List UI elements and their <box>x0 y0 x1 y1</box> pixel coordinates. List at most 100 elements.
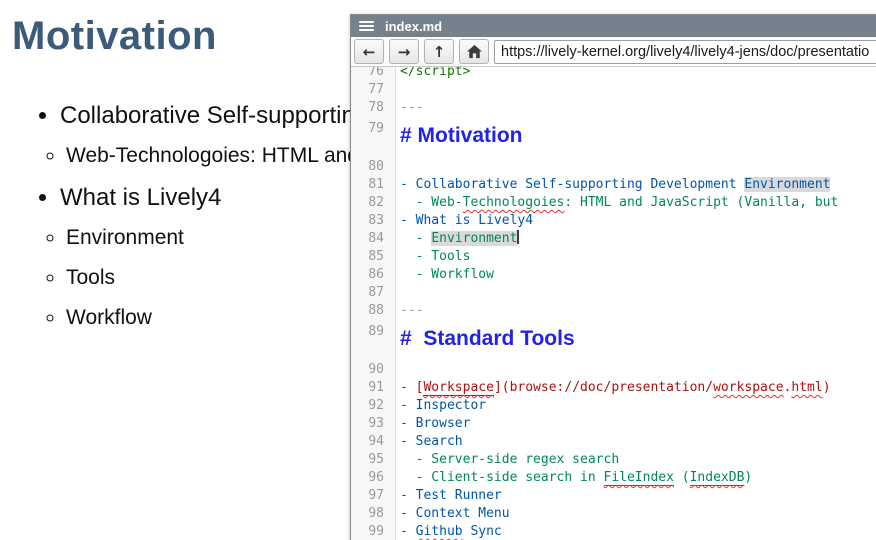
code-line[interactable]: 92- Inspector <box>351 397 876 415</box>
code-text: - Test Runner <box>395 487 876 505</box>
line-number: 77 <box>351 81 395 99</box>
code-token: - Inspector <box>400 398 486 413</box>
code-token: - Tools <box>400 249 470 264</box>
line-number: 89 <box>351 320 395 361</box>
code-text: - Web-Technologoies: HTML and JavaScript… <box>395 194 876 212</box>
code-token: # Motivation <box>400 124 523 147</box>
code-line[interactable]: 84 - Environment <box>351 230 876 248</box>
line-number: 86 <box>351 266 395 284</box>
code-line[interactable]: 89# Standard Tools <box>351 320 876 361</box>
code-line[interactable]: 85 - Tools <box>351 248 876 266</box>
code-line[interactable]: 91- [Workspace](browse://doc/presentatio… <box>351 379 876 397</box>
menu-icon[interactable] <box>359 21 374 31</box>
code-text: - Context Menu <box>395 505 876 523</box>
code-token: - Test Runner <box>400 488 502 503</box>
code-line[interactable]: 97- Test Runner <box>351 487 876 505</box>
code-line[interactable]: 83 - What is Lively4 <box>351 212 876 230</box>
code-text <box>395 361 876 379</box>
code-token: - Browser <box>400 416 470 431</box>
code-token: - Workflow <box>400 267 494 282</box>
code-editor: 76</script>7778---79# Motivation8081- Co… <box>351 67 876 540</box>
code-line[interactable]: 90 <box>351 361 876 379</box>
home-icon <box>467 45 482 59</box>
code-token: - What is Lively4 <box>400 213 533 228</box>
code-text: </script> <box>395 67 876 81</box>
code-line[interactable]: 98- Context Menu <box>351 505 876 523</box>
code-line[interactable]: 95 - Server-side regex search <box>351 451 876 469</box>
code-token: --- <box>400 303 423 318</box>
line-number: 87 <box>351 284 395 302</box>
line-number: 95 <box>351 451 395 469</box>
code-line[interactable]: 76 </script> <box>351 67 876 81</box>
code-line[interactable]: 81- Collaborative Self-supporting Develo… <box>351 176 876 194</box>
code-scroll-area: 76</script>7778---79# Motivation8081- Co… <box>351 67 876 540</box>
code-token: workspace <box>713 380 783 395</box>
text-cursor <box>517 230 519 244</box>
back-button[interactable]: ← <box>354 39 384 64</box>
code-line[interactable]: 82 - Web-Technologoies: HTML and JavaScr… <box>351 194 876 212</box>
code-text: - Workflow <box>395 266 876 284</box>
code-token: Environment <box>431 231 517 246</box>
code-token: Environment <box>744 177 830 192</box>
line-number: 82 <box>351 194 395 212</box>
up-arrow-icon: ↑ <box>433 43 446 61</box>
line-number: 85 <box>351 248 395 266</box>
code-text: --- <box>395 99 876 117</box>
code-line[interactable]: 88--- <box>351 302 876 320</box>
code-token: --- <box>400 100 423 115</box>
browser-window: index.md ← → ↑ 76 </script> 7778---79# Mot… <box>350 14 876 540</box>
code-line[interactable]: 99- Github Sync <box>351 523 876 540</box>
code-token: - Web- <box>400 195 463 210</box>
line-number: 76 <box>351 67 395 81</box>
code-token: : HTML and JavaScript (Vanilla, but <box>564 195 838 210</box>
code-text: - Environment <box>395 230 876 248</box>
code-line[interactable]: 93- Browser <box>351 415 876 433</box>
code-token: - Search <box>400 434 463 449</box>
code-text: - [Workspace](browse://doc/presentation/… <box>395 379 876 397</box>
code-line[interactable]: 96 - Client-side search in FileIndex (In… <box>351 469 876 487</box>
code-line[interactable]: 77 <box>351 81 876 99</box>
line-number: 83 <box>351 212 395 230</box>
code-token: Workspace <box>423 380 493 396</box>
code-line[interactable]: 86 - Workflow <box>351 266 876 284</box>
code-text <box>395 81 876 99</box>
line-number: 91 <box>351 379 395 397</box>
code-text: - Inspector <box>395 397 876 415</box>
code-token: ](browse://doc/presentation/ <box>494 380 713 395</box>
url-input[interactable] <box>494 40 876 64</box>
code-text: - Browser <box>395 415 876 433</box>
code-token: </script> <box>400 67 470 79</box>
line-number: 94 <box>351 433 395 451</box>
code-text: - Client-side search in FileIndex (Index… <box>395 469 876 487</box>
code-token: FileIndex <box>604 470 674 486</box>
home-button[interactable] <box>459 39 489 64</box>
line-number: 90 <box>351 361 395 379</box>
slide-title: Motivation <box>12 14 217 59</box>
code-token: - <box>400 524 416 539</box>
code-token: - <box>400 380 416 395</box>
forward-button[interactable]: → <box>389 39 419 64</box>
code-line[interactable]: 78--- <box>351 99 876 117</box>
window-titlebar[interactable]: index.md <box>351 15 876 37</box>
up-button[interactable]: ↑ <box>424 39 454 64</box>
code-line[interactable]: 87 <box>351 284 876 302</box>
code-token: Technologoies <box>463 195 565 210</box>
line-number: 79 <box>351 117 395 158</box>
code-line[interactable]: 94 - Search <box>351 433 876 451</box>
code-token: IndexDB <box>690 470 745 486</box>
code-text <box>395 284 876 302</box>
code-token: ( <box>674 470 690 485</box>
code-text: --- <box>395 302 876 320</box>
line-number: 81 <box>351 176 395 194</box>
code-line[interactable]: 79# Motivation <box>351 117 876 158</box>
back-arrow-icon: ← <box>363 43 376 61</box>
code-text: - Server-side regex search <box>395 451 876 469</box>
code-token: # Standard Tools <box>400 327 575 350</box>
line-number: 99 <box>351 523 395 540</box>
code-line[interactable]: 80 <box>351 158 876 176</box>
code-token: - Server-side regex search <box>400 452 619 467</box>
code-token: - Context Menu <box>400 506 510 521</box>
line-number: 80 <box>351 158 395 176</box>
code-text: # Motivation <box>395 117 876 158</box>
window-title: index.md <box>385 19 442 34</box>
